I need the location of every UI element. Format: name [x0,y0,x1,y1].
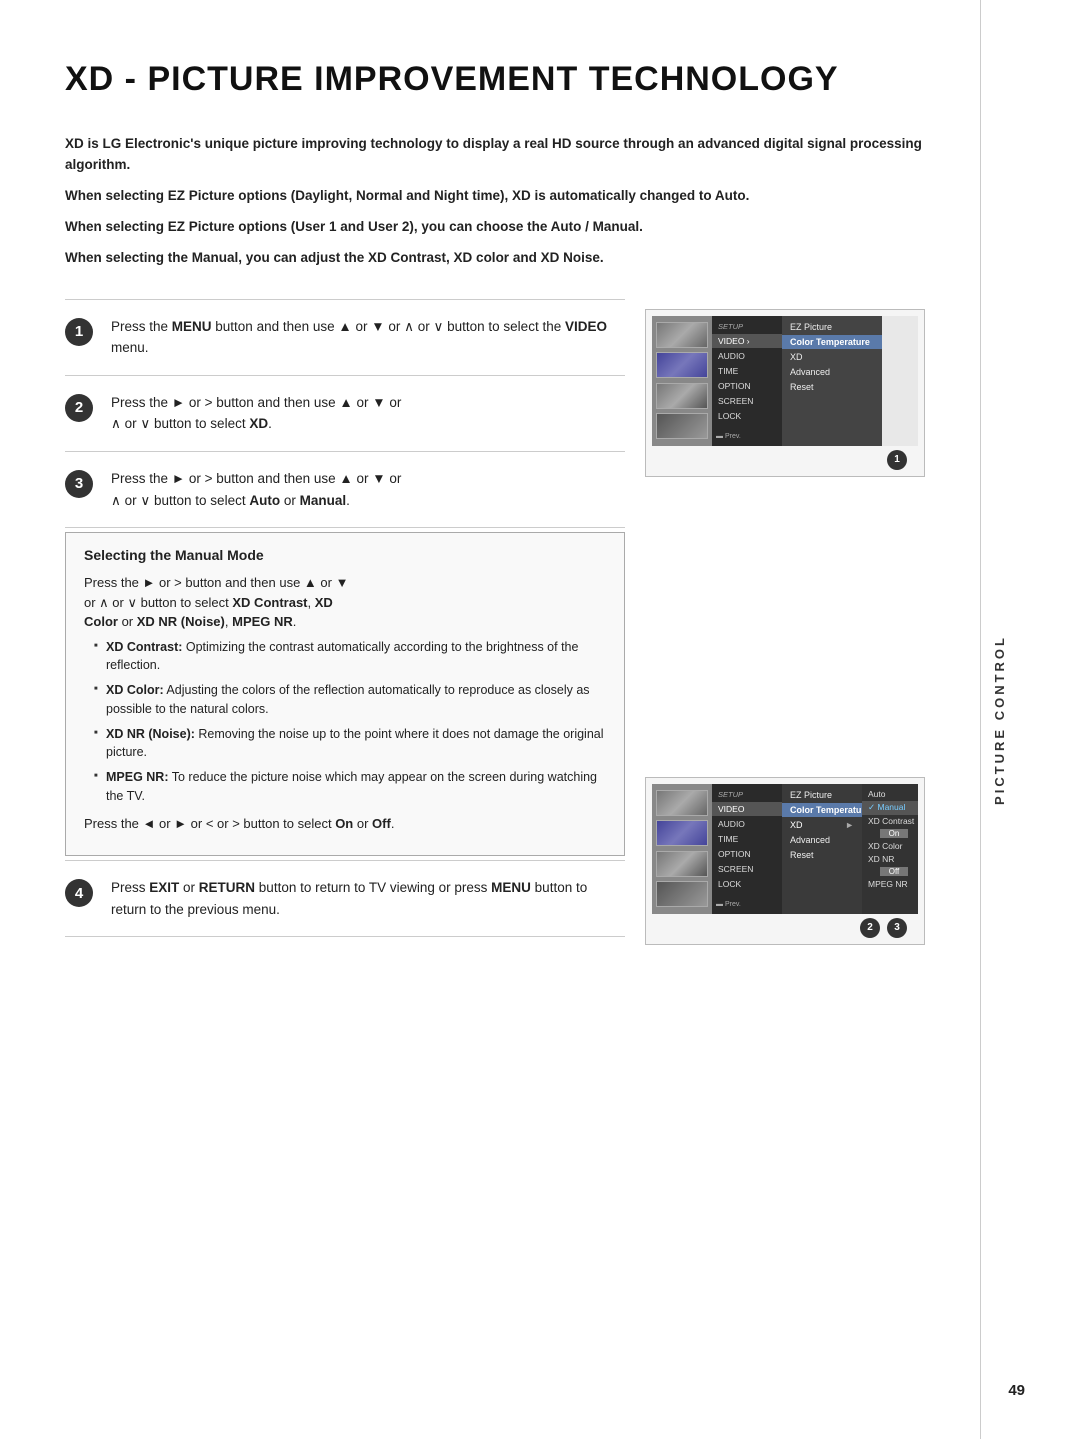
intro-paragraph-4: When selecting the Manual, you can adjus… [65,248,925,269]
badge-3: 3 [887,918,907,938]
badge-2: 2 [860,918,880,938]
step-2-circle: 2 [65,394,93,422]
intro-paragraph-2: When selecting EZ Picture options (Dayli… [65,186,925,207]
menu-item-video: VIDEO › [712,334,782,348]
bullet-xd-color: XD Color: Adjusting the colors of the re… [94,681,606,719]
intro-section: XD is LG Electronic's unique picture imp… [65,134,925,269]
content-screenshots-layout: 1 Press the MENU button and then use ▲ o… [65,299,925,953]
submenu-ez-picture: EZ Picture [782,320,882,334]
screenshots-column: SETUP VIDEO › AUDIO TIME OPTION SCREEN L… [645,299,925,953]
bullet-xd-contrast: XD Contrast: Optimizing the contrast aut… [94,638,606,676]
menu2-item-video: VIDEO [712,802,782,816]
badge-row-2: 2 3 [652,918,918,938]
menu-item-time: TIME [712,364,782,378]
badge-1: 1 [887,450,907,470]
tv-menu-col-2: SETUP VIDEO AUDIO TIME OPTION SCREEN LOC… [712,784,782,914]
menu2-item-time: TIME [712,832,782,846]
tv-xd-options-col: Auto ✓ Manual XD Contrast On [862,784,918,914]
menu-item-lock: LOCK [712,409,782,423]
page-number: 49 [1008,1382,1025,1399]
xd-option-auto: Auto [862,788,918,801]
side-label-text: PICTURE CONTROL [992,635,1007,805]
intro-paragraph-3: When selecting EZ Picture options (User … [65,217,925,238]
submenu2-advanced: Advanced [782,833,862,847]
submenu-color-temp: Color Temperature [782,335,882,349]
steps-column: 1 Press the MENU button and then use ▲ o… [65,299,625,953]
xd-option-contrast: XD Contrast [862,815,918,828]
menu2-item-option: OPTION [712,847,782,861]
manual-list: Press the ► or > button and then use ▲ o… [84,573,606,833]
submenu2-ez: EZ Picture [782,788,862,802]
bullet-list: XD Contrast: Optimizing the contrast aut… [84,638,606,806]
tv-thumb-4 [656,413,708,439]
manual-item-1: Press the ► or > button and then use ▲ o… [84,573,606,806]
menu-item-setup: SETUP [712,320,782,333]
tv-prev-label-2: ▬ Prev. [712,899,782,910]
xd-nr-val: Off [880,867,908,876]
step-3-circle: 3 [65,470,93,498]
tv-submenu-col-2a: EZ Picture Color Temperature XD ► Advanc… [782,784,862,914]
menu-item-option: OPTION [712,379,782,393]
screenshot-2-inner: SETUP VIDEO AUDIO TIME OPTION SCREEN LOC… [652,784,918,914]
submenu2-reset: Reset [782,848,862,862]
tv-thumb2-4 [656,881,708,907]
tv-submenu-col-1: EZ Picture Color Temperature XD Advanced… [782,316,882,446]
tv-thumb-1 [656,322,708,348]
submenu-advanced: Advanced [782,365,882,379]
submenu2-color-temp: Color Temperature [782,803,862,817]
menu2-item-screen: SCREEN [712,862,782,876]
menu-item-screen: SCREEN [712,394,782,408]
tv-thumb-3 [656,383,708,409]
step-2-row: 2 Press the ► or > button and then use ▲… [65,376,625,452]
tv-thumbnails-2 [652,784,712,914]
bullet-xd-nr: XD NR (Noise): Removing the noise up to … [94,725,606,763]
xd-option-nr: XD NR [862,853,918,866]
menu2-item-audio: AUDIO [712,817,782,831]
submenu-xd: XD [782,350,882,364]
tv-thumb2-2 [656,820,708,846]
xd-nr-value: Off [862,866,918,878]
tv-thumb-2 [656,352,708,378]
menu2-item-lock: LOCK [712,877,782,891]
step-4-text: Press EXIT or RETURN button to return to… [111,877,625,920]
manual-mode-box: Selecting the Manual Mode Press the ► or… [65,532,625,856]
xd-contrast-val: On [880,829,908,838]
tv-thumb2-3 [656,851,708,877]
screenshot-1-box: SETUP VIDEO › AUDIO TIME OPTION SCREEN L… [645,309,925,477]
tv-thumbnails-1 [652,316,712,446]
submenu-reset: Reset [782,380,882,394]
menu2-item-setup: SETUP [712,788,782,801]
tv-menu-col-1: SETUP VIDEO › AUDIO TIME OPTION SCREEN L… [712,316,782,446]
page-title: XD - PICTURE IMPROVEMENT TECHNOLOGY [65,60,925,99]
manual-item-2: Press the ◄ or ► or < or > button to sel… [84,814,606,834]
tv-thumb2-1 [656,790,708,816]
step-1-row: 1 Press the MENU button and then use ▲ o… [65,299,625,376]
xd-option-color: XD Color On [862,840,918,853]
main-content: XD - PICTURE IMPROVEMENT TECHNOLOGY XD i… [0,0,980,1439]
manual-mode-title: Selecting the Manual Mode [84,547,606,563]
xd-option-manual: ✓ Manual [862,801,918,815]
xd-contrast-value: On [862,828,918,840]
step-4-row: 4 Press EXIT or RETURN button to return … [65,860,625,937]
step-2-text: Press the ► or > button and then use ▲ o… [111,392,625,435]
screenshot-1-inner: SETUP VIDEO › AUDIO TIME OPTION SCREEN L… [652,316,918,446]
page-container: XD - PICTURE IMPROVEMENT TECHNOLOGY XD i… [0,0,1080,1439]
tv-prev-label-1: ▬ Prev. [712,431,782,442]
step-1-text: Press the MENU button and then use ▲ or … [111,316,625,359]
tv-screenshot-1: SETUP VIDEO › AUDIO TIME OPTION SCREEN L… [652,316,918,446]
bullet-mpeg-nr: MPEG NR: To reduce the picture noise whi… [94,768,606,806]
intro-paragraph-1: XD is LG Electronic's unique picture imp… [65,134,925,176]
xd-option-mpeg: MPEG NR 0 [862,878,918,891]
tv-screenshot-2: SETUP VIDEO AUDIO TIME OPTION SCREEN LOC… [652,784,918,914]
step-3-row: 3 Press the ► or > button and then use ▲… [65,452,625,528]
submenu2-xd: XD ► [782,818,862,832]
side-label: PICTURE CONTROL [980,0,1018,1439]
badge-row-1: 1 [652,450,918,470]
step-1-circle: 1 [65,318,93,346]
step-4-circle: 4 [65,879,93,907]
step-3-text: Press the ► or > button and then use ▲ o… [111,468,625,511]
screenshot-2-box: SETUP VIDEO AUDIO TIME OPTION SCREEN LOC… [645,777,925,945]
menu-item-audio: AUDIO [712,349,782,363]
